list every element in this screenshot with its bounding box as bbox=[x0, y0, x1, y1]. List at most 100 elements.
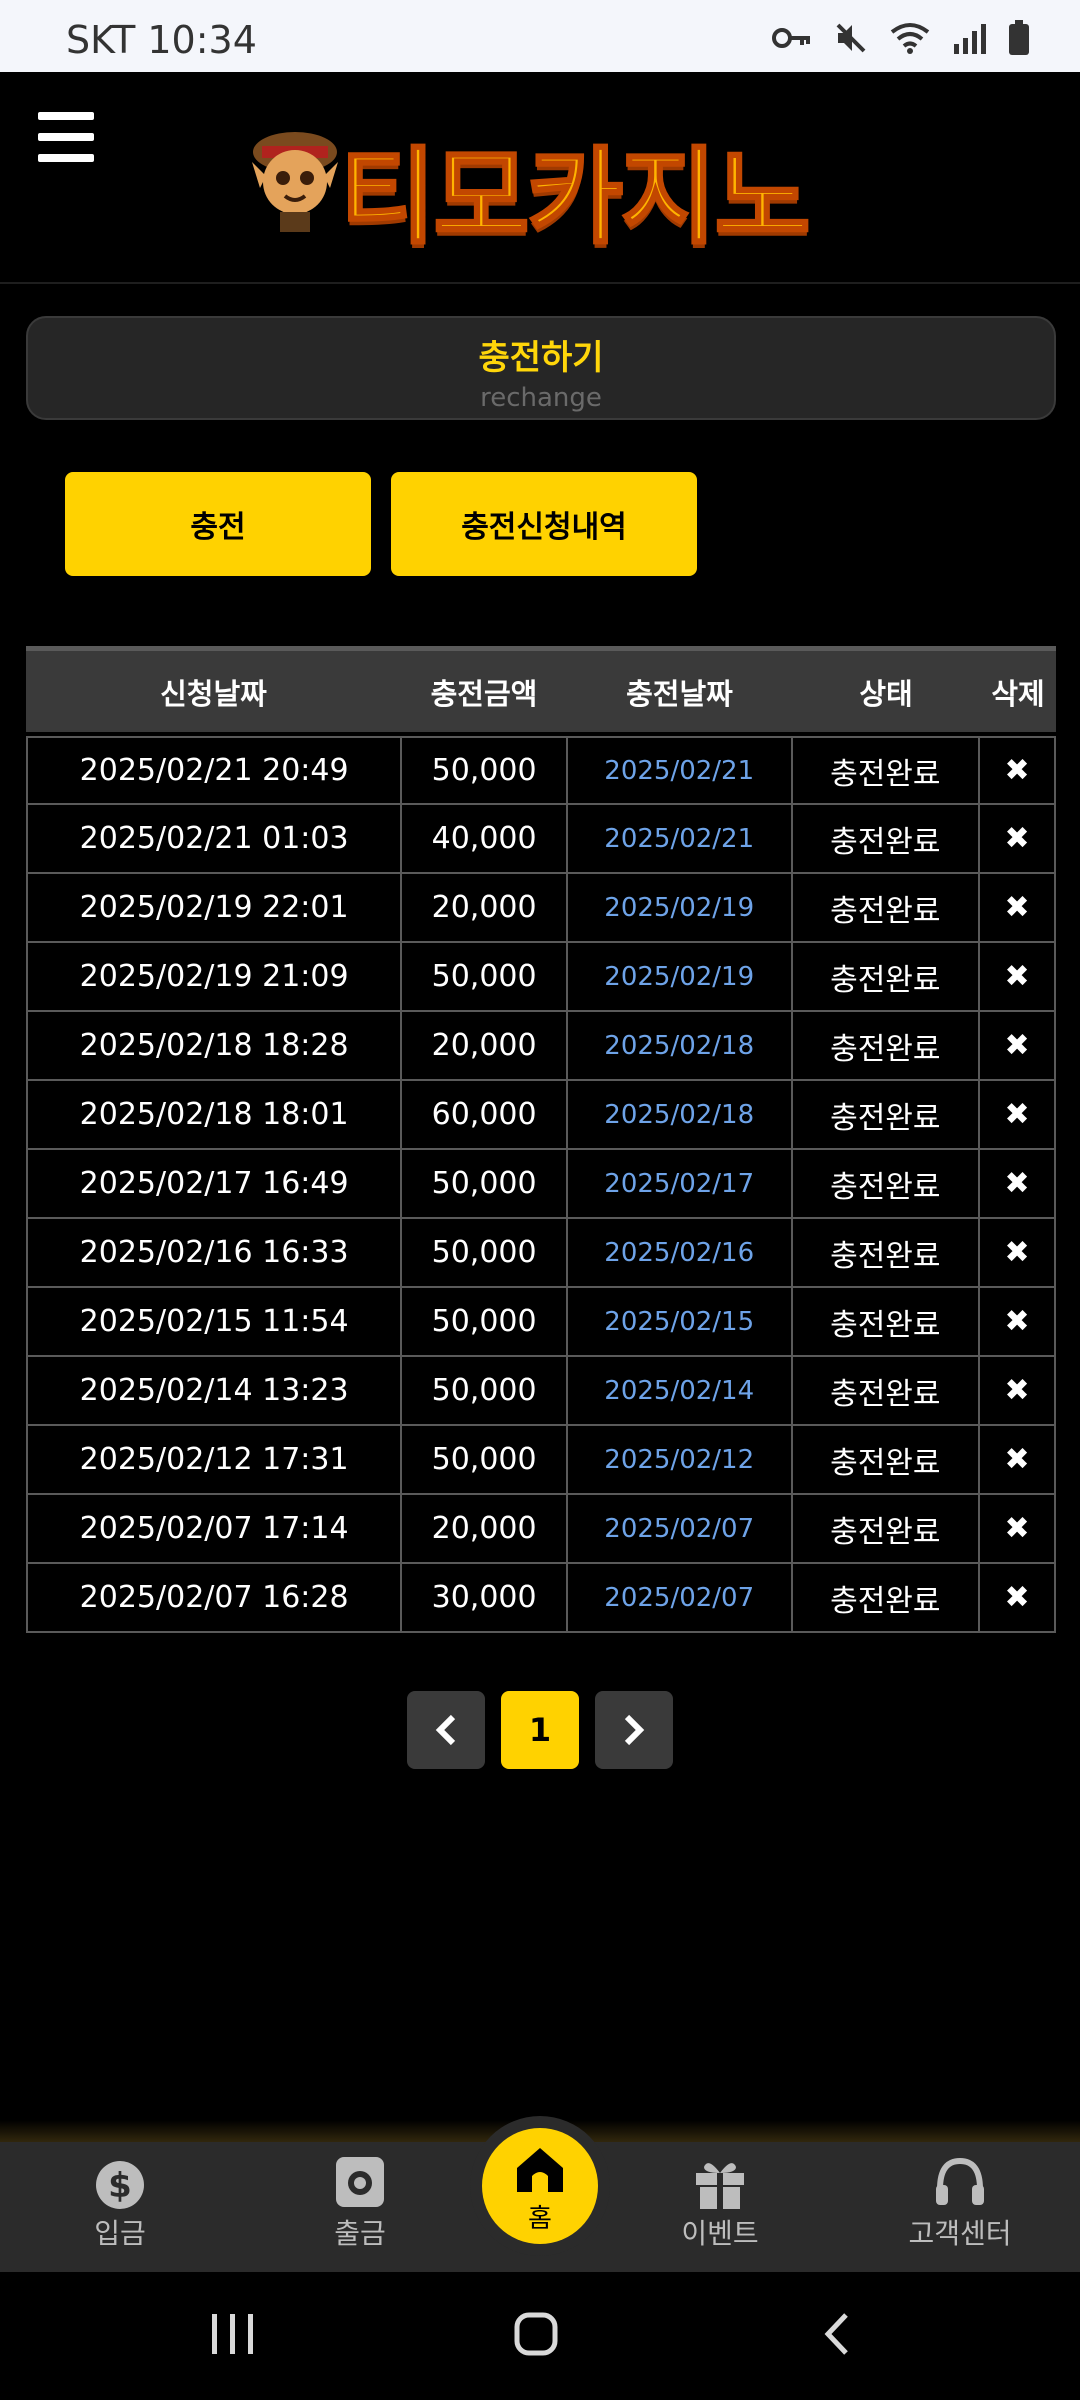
nav-support[interactable]: 고객센터 bbox=[870, 2154, 1050, 2252]
recent-apps-icon[interactable] bbox=[210, 2312, 256, 2356]
status-bar: SKT 10:34 bbox=[0, 0, 1080, 72]
table-row: 2025/02/18 18:28 20,000 2025/02/18 충전완료 ✖ bbox=[26, 1012, 1056, 1081]
cell-charge-date: 2025/02/16 bbox=[567, 1219, 793, 1288]
cell-amount: 20,000 bbox=[402, 874, 568, 943]
cell-status: 충전완료 bbox=[792, 1219, 981, 1288]
nav-deposit-label: 입금 bbox=[94, 2217, 146, 2250]
cell-charge-date: 2025/02/17 bbox=[567, 1150, 793, 1219]
header-delete: 삭제 bbox=[991, 676, 1045, 711]
cell-status: 충전완료 bbox=[792, 1012, 981, 1081]
delete-icon[interactable]: ✖ bbox=[980, 1495, 1056, 1564]
nav-support-label: 고객센터 bbox=[908, 2217, 1012, 2250]
delete-icon[interactable]: ✖ bbox=[980, 1081, 1056, 1150]
cell-status: 충전완료 bbox=[792, 874, 981, 943]
delete-icon[interactable]: ✖ bbox=[980, 805, 1056, 874]
cell-amount: 50,000 bbox=[402, 943, 568, 1012]
headset-icon bbox=[870, 2154, 1050, 2212]
cell-request-date: 2025/02/17 16:49 bbox=[28, 1150, 403, 1219]
pagination: 1 bbox=[407, 1691, 673, 1769]
nav-withdraw-label: 출금 bbox=[334, 2217, 386, 2250]
delete-icon[interactable]: ✖ bbox=[980, 943, 1056, 1012]
delete-icon[interactable]: ✖ bbox=[980, 1012, 1056, 1081]
cell-request-date: 2025/02/19 22:01 bbox=[28, 874, 403, 943]
chevron-right-icon bbox=[624, 1714, 645, 1746]
nav-home[interactable]: 홈 bbox=[482, 2128, 598, 2244]
status-time: SKT 10:34 bbox=[66, 18, 257, 62]
cell-charge-date: 2025/02/12 bbox=[567, 1426, 793, 1495]
cell-request-date: 2025/02/19 21:09 bbox=[28, 943, 403, 1012]
nav-deposit[interactable]: $ 입금 bbox=[30, 2154, 210, 2252]
table-row: 2025/02/19 22:01 20,000 2025/02/19 충전완료 ✖ bbox=[26, 874, 1056, 943]
cell-status: 충전완료 bbox=[792, 1288, 981, 1357]
back-icon[interactable] bbox=[822, 2312, 852, 2356]
cell-status: 충전완료 bbox=[792, 1081, 981, 1150]
charge-button[interactable]: 충전 bbox=[65, 472, 371, 576]
battery-icon bbox=[1008, 20, 1030, 60]
cell-charge-date: 2025/02/19 bbox=[567, 943, 793, 1012]
delete-icon[interactable]: ✖ bbox=[980, 1357, 1056, 1426]
header-charge-date: 충전날짜 bbox=[626, 676, 733, 711]
cell-request-date: 2025/02/21 20:49 bbox=[28, 736, 403, 805]
delete-icon[interactable]: ✖ bbox=[980, 1150, 1056, 1219]
cell-amount: 50,000 bbox=[402, 1150, 568, 1219]
nav-home-label: 홈 bbox=[528, 2204, 552, 2234]
page-title: 충전하기 bbox=[478, 338, 604, 378]
cell-charge-date: 2025/02/07 bbox=[567, 1495, 793, 1564]
cell-request-date: 2025/02/16 16:33 bbox=[28, 1219, 403, 1288]
mascot-icon bbox=[252, 132, 338, 232]
cell-status: 충전완료 bbox=[792, 1426, 981, 1495]
charge-history-button[interactable]: 충전신청내역 bbox=[391, 472, 697, 576]
home-icon bbox=[517, 2148, 563, 2192]
cell-status: 충전완료 bbox=[792, 736, 981, 805]
cell-charge-date: 2025/02/14 bbox=[567, 1357, 793, 1426]
table-body: 2025/02/21 20:49 50,000 2025/02/21 충전완료 ✖ 202… bbox=[26, 736, 1056, 1633]
logo-text: 티모카지노 bbox=[338, 135, 811, 260]
status-icons bbox=[772, 20, 1030, 60]
cell-status: 충전완료 bbox=[792, 1357, 981, 1426]
cell-request-date: 2025/02/18 18:28 bbox=[28, 1012, 403, 1081]
money-bag-icon: $ bbox=[30, 2154, 210, 2212]
delete-icon[interactable]: ✖ bbox=[980, 1564, 1056, 1633]
table-row: 2025/02/15 11:54 50,000 2025/02/15 충전완료 ✖ bbox=[26, 1288, 1056, 1357]
header-amount: 충전금액 bbox=[430, 676, 538, 711]
next-page-button[interactable] bbox=[595, 1691, 673, 1769]
cell-amount: 60,000 bbox=[402, 1081, 568, 1150]
delete-icon[interactable]: ✖ bbox=[980, 1426, 1056, 1495]
cell-charge-date: 2025/02/18 bbox=[567, 1081, 793, 1150]
cell-amount: 50,000 bbox=[402, 1288, 568, 1357]
cell-status: 충전완료 bbox=[792, 805, 981, 874]
delete-icon[interactable]: ✖ bbox=[980, 736, 1056, 805]
cell-status: 충전완료 bbox=[792, 943, 981, 1012]
table-row: 2025/02/21 01:03 40,000 2025/02/21 충전완료 ✖ bbox=[26, 805, 1056, 874]
hamburger-menu-icon[interactable] bbox=[38, 112, 94, 162]
charge-history-table: 신청날짜 충전금액 충전날짜 상태 삭제 2025/02/21 20:49 50,… bbox=[26, 646, 1056, 1633]
cell-request-date: 2025/02/07 16:28 bbox=[28, 1564, 403, 1633]
prev-page-button[interactable] bbox=[407, 1691, 485, 1769]
signal-icon bbox=[952, 22, 986, 58]
chevron-left-icon bbox=[435, 1714, 456, 1746]
table-row: 2025/02/19 21:09 50,000 2025/02/19 충전완료 ✖ bbox=[26, 943, 1056, 1012]
header-status: 상태 bbox=[859, 676, 913, 711]
cell-request-date: 2025/02/12 17:31 bbox=[28, 1426, 403, 1495]
cell-amount: 20,000 bbox=[402, 1495, 568, 1564]
nav-withdraw[interactable]: 출금 bbox=[270, 2154, 450, 2252]
svg-text:$: $ bbox=[108, 2166, 132, 2206]
key-icon bbox=[772, 25, 812, 55]
gift-icon bbox=[630, 2154, 810, 2212]
cell-amount: 20,000 bbox=[402, 1012, 568, 1081]
cell-charge-date: 2025/02/21 bbox=[567, 736, 793, 805]
header-request-date: 신청날짜 bbox=[160, 676, 267, 711]
delete-icon[interactable]: ✖ bbox=[980, 1219, 1056, 1288]
home-system-icon[interactable] bbox=[514, 2312, 558, 2356]
table-row: 2025/02/16 16:33 50,000 2025/02/16 충전완료 ✖ bbox=[26, 1219, 1056, 1288]
page-number-current[interactable]: 1 bbox=[501, 1691, 579, 1769]
cell-charge-date: 2025/02/07 bbox=[567, 1564, 793, 1633]
cell-charge-date: 2025/02/15 bbox=[567, 1288, 793, 1357]
delete-icon[interactable]: ✖ bbox=[980, 1288, 1056, 1357]
cell-amount: 50,000 bbox=[402, 736, 568, 805]
cell-request-date: 2025/02/15 11:54 bbox=[28, 1288, 403, 1357]
table-row: 2025/02/07 17:14 20,000 2025/02/07 충전완료 ✖ bbox=[26, 1495, 1056, 1564]
site-logo[interactable]: 티모카지노 bbox=[240, 112, 820, 260]
delete-icon[interactable]: ✖ bbox=[980, 874, 1056, 943]
nav-event[interactable]: 이벤트 bbox=[630, 2154, 810, 2252]
